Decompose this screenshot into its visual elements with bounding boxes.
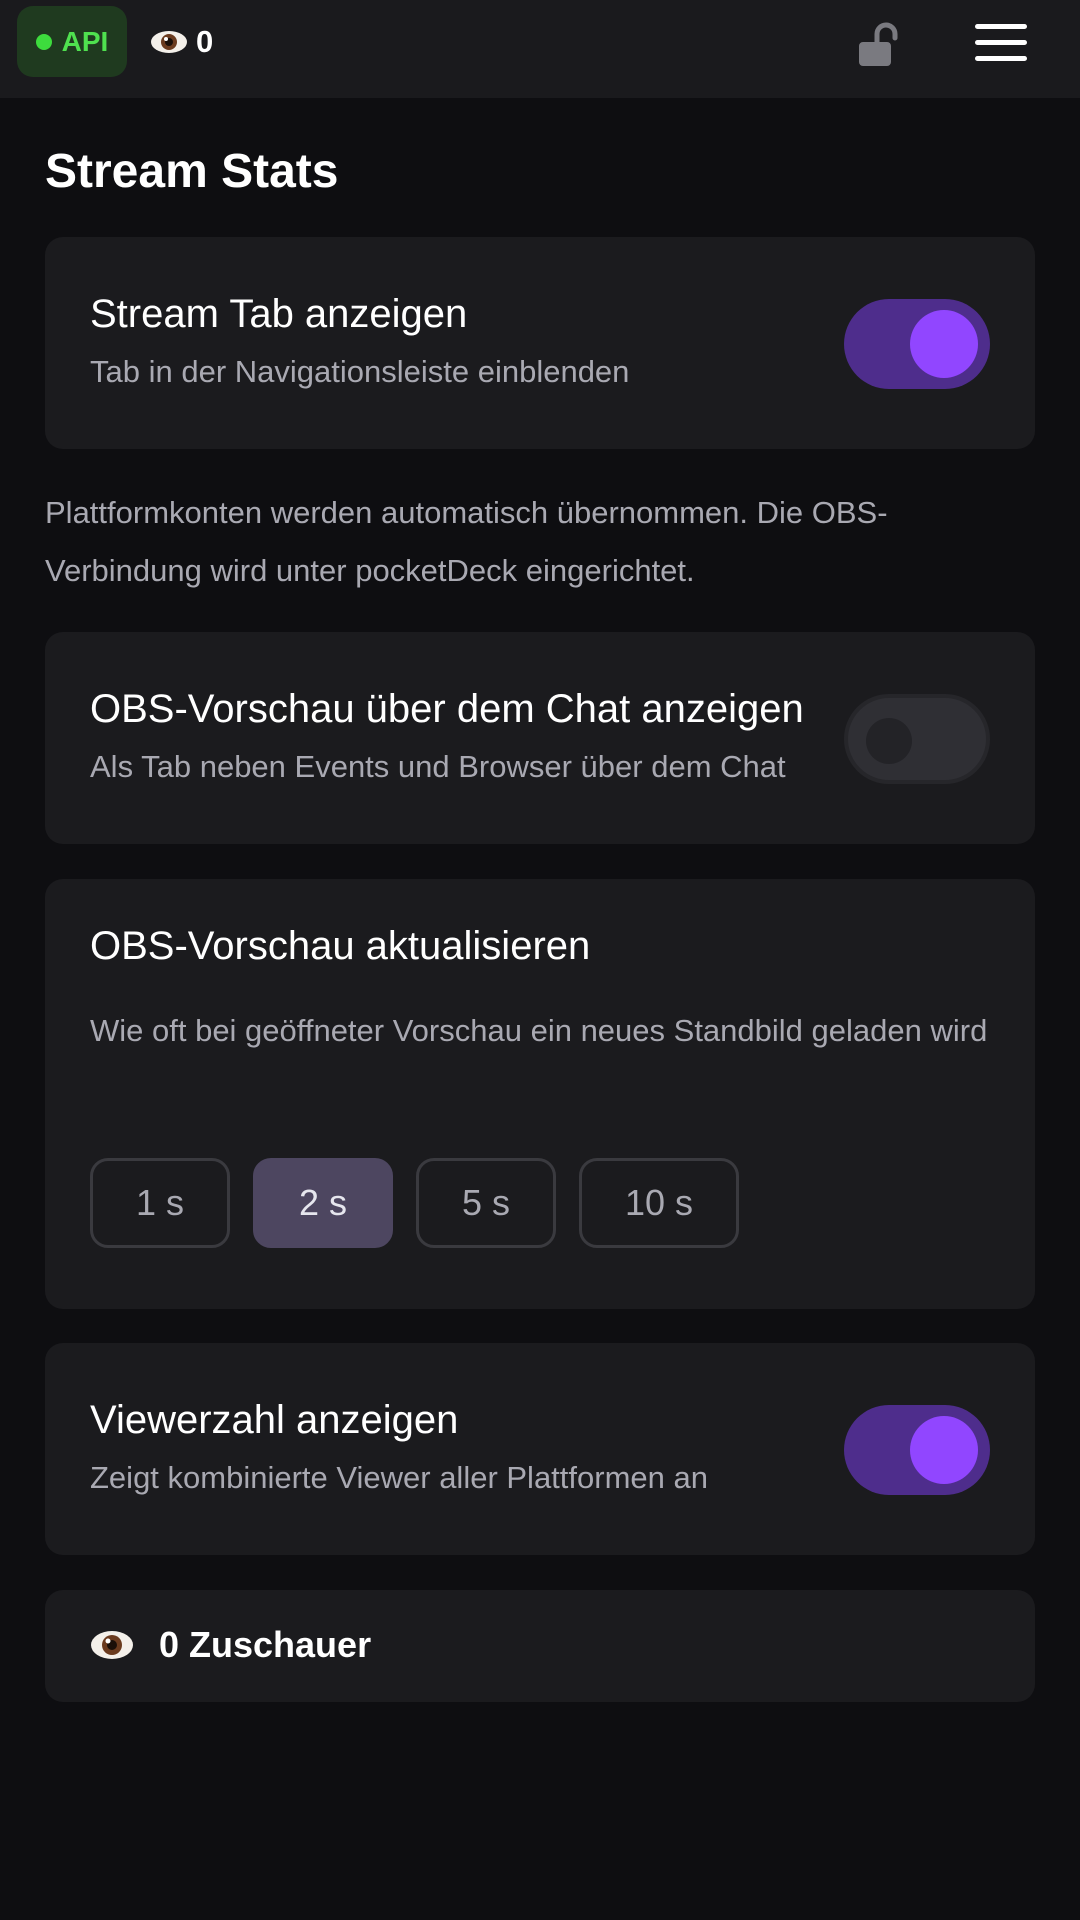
top-bar: API 0 [0, 0, 1080, 98]
eye-icon [90, 1629, 134, 1661]
hamburger-menu-icon[interactable] [975, 24, 1027, 62]
info-text: Plattformkonten werden automatisch übern… [45, 495, 888, 588]
viewer-summary-card: 0 Zuschauer [45, 1590, 1035, 1702]
viewer-summary-label: 0 Zuschauer [159, 1624, 372, 1665]
stream-tab-subtitle: Tab in der Navigationsleiste einblenden [90, 354, 630, 389]
viewer-count-toggle[interactable] [844, 1405, 990, 1495]
viewer-count-subtitle: Zeigt kombinierte Viewer aller Plattform… [90, 1460, 708, 1495]
viewer-count-setting-card: Viewerzahl anzeigen Zeigt kombinierte Vi… [45, 1343, 1035, 1555]
interval-option-5s[interactable]: 5 s [416, 1158, 556, 1248]
obs-preview-toggle[interactable] [844, 694, 990, 784]
viewer-count-indicator: 0 [150, 20, 213, 64]
viewer-count-title: Viewerzahl anzeigen [90, 1398, 459, 1442]
toggle-knob [910, 310, 978, 378]
stream-tab-toggle[interactable] [844, 299, 990, 389]
stream-tab-title: Stream Tab anzeigen [90, 292, 468, 336]
toggle-knob [910, 1416, 978, 1484]
toggle-knob [866, 718, 912, 764]
page-title: Stream Stats [45, 145, 339, 198]
interval-option-10s[interactable]: 10 s [579, 1158, 739, 1248]
obs-preview-title: OBS-Vorschau über dem Chat anzeigen [90, 687, 804, 731]
lock-open-icon[interactable] [855, 20, 901, 68]
obs-refresh-title: OBS-Vorschau aktualisieren [90, 924, 591, 968]
obs-refresh-subtitle: Wie oft bei geöffneter Vorschau ein neue… [90, 1013, 988, 1048]
interval-option-1s[interactable]: 1 s [90, 1158, 230, 1248]
api-label: API [61, 25, 109, 57]
interval-option-2s[interactable]: 2 s [253, 1158, 393, 1248]
obs-preview-subtitle: Als Tab neben Events und Browser über de… [90, 749, 786, 784]
api-status-badge[interactable]: API [17, 6, 127, 77]
viewer-count: 0 [196, 24, 214, 59]
stream-tab-setting-card: Stream Tab anzeigen Tab in der Navigatio… [45, 237, 1035, 449]
obs-preview-setting-card: OBS-Vorschau über dem Chat anzeigen Als … [45, 632, 1035, 844]
status-dot-icon [35, 33, 52, 50]
eye-icon [150, 30, 188, 54]
